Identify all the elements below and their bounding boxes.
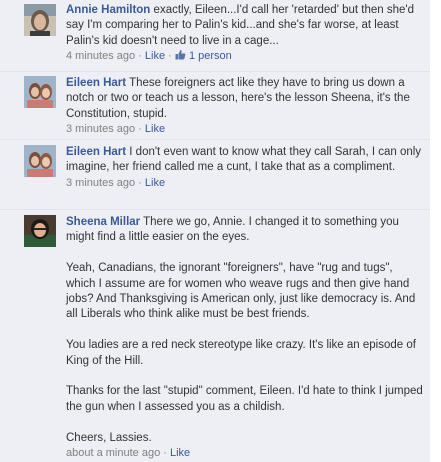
like-link[interactable]: Like [145, 50, 165, 62]
comment-meta: 4 minutes ago · Like · 1 person [66, 49, 424, 64]
comment-timestamp[interactable]: 3 minutes ago [66, 177, 135, 189]
comment-meta: 3 minutes ago · Like [66, 176, 424, 191]
comment-item: Eileen Hart I don't even want to know wh… [0, 140, 430, 210]
meta-separator: · [138, 123, 142, 136]
comment-item: Annie Hamilton exactly, Eileen...I'd cal… [0, 0, 430, 72]
comment-meta: 3 minutes ago · Like [66, 122, 424, 137]
like-link[interactable]: Like [170, 447, 190, 459]
comment-text-line: Eileen Hart These foreigners act like th… [66, 76, 424, 122]
meta-separator: · [168, 50, 172, 63]
avatar-sheena-millar[interactable] [24, 215, 56, 247]
comment-author[interactable]: Eileen Hart [66, 146, 126, 158]
comment-text-line: Sheena Millar There we go, Annie. I chan… [66, 215, 424, 246]
comment-thread: Annie Hamilton exactly, Eileen...I'd cal… [0, 0, 441, 462]
meta-separator: · [163, 447, 167, 460]
comment-paragraph: Yeah, Canadians, the ignorant "foreigner… [66, 262, 416, 321]
meta-separator: · [138, 176, 142, 189]
comment-author[interactable]: Annie Hamilton [66, 4, 150, 16]
avatar-annie-hamilton[interactable] [24, 4, 56, 36]
likes-count-link[interactable]: 1 person [189, 50, 232, 62]
comment-paragraph: Thanks for the last "stupid" comment, Ei… [66, 385, 423, 413]
comment-meta: about a minute ago · Like [66, 446, 424, 461]
comment-author[interactable]: Eileen Hart [66, 77, 126, 89]
comment-timestamp[interactable]: 4 minutes ago [66, 50, 135, 62]
thumbs-up-icon [175, 49, 186, 60]
comment-paragraph: You ladies are a red neck stereotype lik… [66, 339, 416, 367]
comment-item: Sheena Millar There we go, Annie. I chan… [0, 210, 430, 462]
like-link[interactable]: Like [145, 123, 165, 135]
comment-item: Eileen Hart These foreigners act like th… [0, 72, 430, 140]
comment-text-line: Annie Hamilton exactly, Eileen...I'd cal… [66, 3, 424, 49]
avatar-eileen-hart[interactable] [24, 145, 56, 177]
comment-timestamp[interactable]: 3 minutes ago [66, 123, 135, 135]
comment-text-line: Eileen Hart I don't even want to know wh… [66, 145, 424, 176]
comment-paragraph: Cheers, Lassies. [66, 431, 152, 444]
comment-author[interactable]: Sheena Millar [66, 216, 140, 228]
comment-timestamp[interactable]: about a minute ago [66, 447, 160, 459]
meta-separator: · [138, 50, 142, 63]
avatar-eileen-hart[interactable] [24, 76, 56, 108]
like-link[interactable]: Like [145, 177, 165, 189]
